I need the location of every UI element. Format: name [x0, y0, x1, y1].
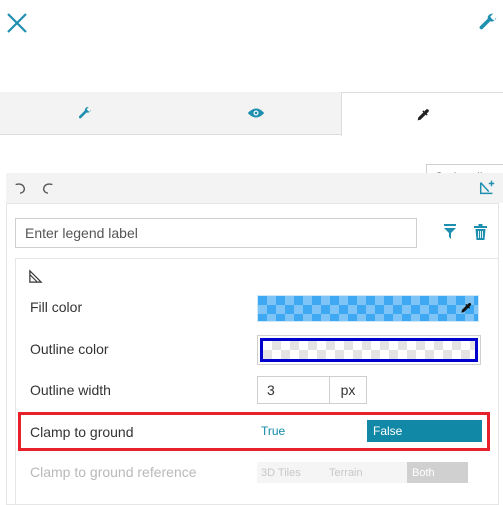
outline-width-unit: px [329, 376, 367, 404]
wrench-icon [479, 13, 497, 30]
clamp-to-ground-label: Clamp to ground [30, 424, 134, 440]
redo-button[interactable] [38, 178, 58, 198]
clamp-ref-3dtiles-option[interactable]: 3D Tiles [257, 462, 307, 483]
outline-width-input[interactable]: 3 [257, 376, 330, 404]
clamp-reference-label: Clamp to ground reference [30, 464, 197, 480]
clamp-true-option[interactable]: True [257, 420, 367, 442]
undo-button[interactable] [10, 178, 30, 198]
redo-icon [42, 183, 53, 194]
tab-tools[interactable] [0, 92, 170, 134]
trash-icon [473, 224, 487, 240]
fill-color-label: Fill color [30, 299, 83, 315]
edit-toolbar [6, 173, 503, 203]
tab-style[interactable] [341, 92, 503, 136]
fill-color-picker[interactable] [257, 295, 479, 322]
clamp-ref-terrain-option[interactable]: Terrain [307, 462, 407, 483]
shape-type-icon-holder [26, 267, 44, 285]
outline-color-picker[interactable] [260, 338, 478, 362]
undo-icon [15, 183, 26, 194]
fill-eyedropper[interactable] [457, 299, 475, 317]
legend-label-input[interactable]: Enter legend label [15, 218, 417, 248]
wrench-icon [78, 106, 91, 119]
eye-icon [247, 108, 264, 118]
close-icon [7, 13, 27, 33]
delete-button[interactable] [471, 222, 489, 242]
clamp-false-option[interactable]: False [367, 420, 482, 442]
triangle-ruler-icon [28, 268, 43, 283]
outline-width-label: Outline width [30, 382, 111, 398]
eyedropper-icon [461, 302, 472, 313]
eyedropper-icon [417, 108, 429, 120]
filter-button[interactable] [441, 222, 459, 242]
tools-button[interactable] [474, 8, 502, 36]
tab-view[interactable] [170, 92, 341, 134]
outline-color-label: Outline color [30, 341, 109, 357]
add-shape-button[interactable] [476, 177, 498, 199]
add-polygon-icon [479, 180, 495, 195]
clamp-ref-both-option[interactable]: Both [407, 462, 468, 483]
close-button[interactable] [2, 8, 32, 38]
filter-icon [444, 224, 456, 239]
